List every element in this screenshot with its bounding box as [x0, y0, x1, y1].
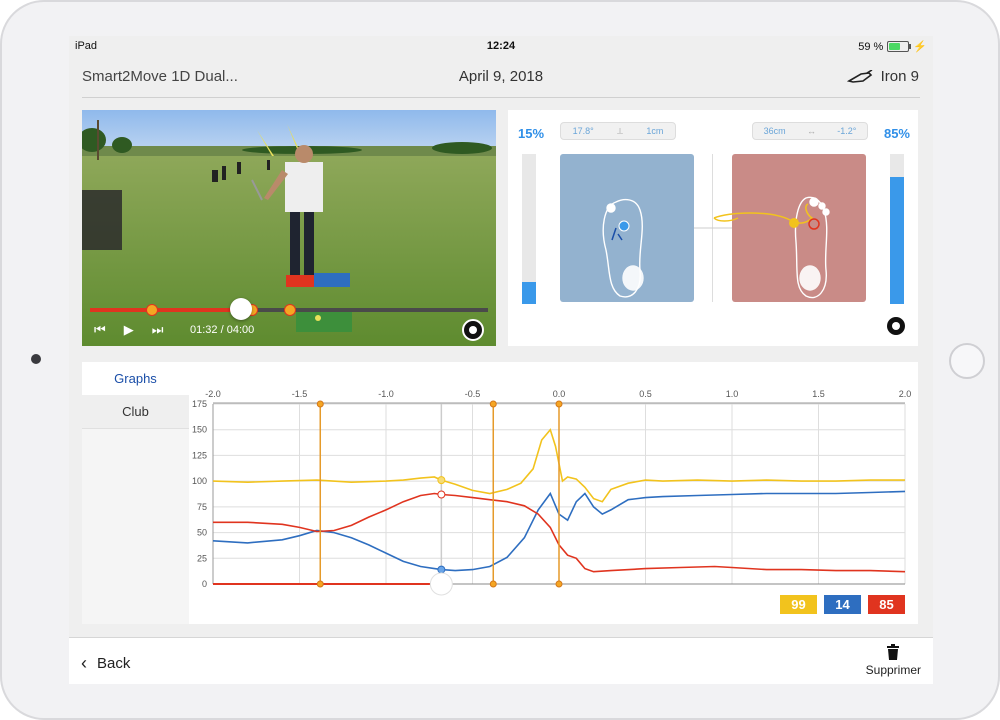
delete-button[interactable]: Supprimer [866, 644, 921, 677]
cursor-point [437, 490, 446, 499]
swing-video[interactable]: ⏮ ▶ ⏭ 01:32 / 04:00 [82, 110, 496, 346]
legend-yellow: 99 [780, 595, 817, 614]
y-tick-label: 50 [197, 528, 207, 538]
front-camera [31, 354, 41, 364]
x-tick-label: -0.5 [465, 389, 481, 399]
status-bar: iPad 12:24 59 % ⚡ [69, 36, 933, 56]
session-date: April 9, 2018 [458, 68, 544, 85]
y-tick-label: 25 [197, 553, 207, 563]
video-settings-icon[interactable] [462, 319, 484, 341]
x-tick-label: -2.0 [205, 389, 221, 399]
play-icon[interactable]: ▶ [124, 322, 134, 338]
balance-chart[interactable]: 0 25 50 75 100 125 150 175-2.0 -1.5 -1.0 -0.5 0.0 0.… [189, 362, 918, 624]
y-tick-label: 75 [197, 502, 207, 512]
tab-graphs[interactable]: Graphs [82, 362, 189, 395]
top-bar: Smart2Move 1D Dual... April 9, 2018 Iron… [69, 56, 933, 98]
event-marker-bottom [316, 580, 324, 588]
battery-icon [887, 41, 912, 52]
marker-dot[interactable] [284, 304, 296, 316]
cursor-point [437, 565, 446, 574]
video-time: 01:32 / 04:00 [190, 324, 254, 336]
screen: iPad 12:24 59 % ⚡ Smart2Move 1D Dual... … [69, 36, 933, 684]
balance-panel: 15% 85% 17.8° ⟂ 1cm 36cm ↔ -1.2° [508, 110, 918, 346]
bottom-bar: ‹ Back Supprimer [69, 637, 933, 684]
tab-club[interactable]: Club [82, 395, 189, 429]
y-tick-label: 175 [192, 399, 207, 409]
golf-club-icon [846, 69, 873, 83]
video-progress [90, 308, 242, 312]
right-foot-outline [794, 196, 830, 299]
playback-controls: ⏮ ▶ ⏭ [94, 322, 163, 338]
legend-red: 85 [868, 595, 905, 614]
marker-dot[interactable] [146, 304, 158, 316]
chevron-left-icon: ‹ [81, 653, 87, 673]
event-marker-top [489, 400, 497, 408]
event-marker-bottom [555, 580, 563, 588]
x-tick-label: -1.5 [292, 389, 308, 399]
y-tick-label: 125 [192, 450, 207, 460]
skip-back-icon[interactable]: ⏮ [94, 322, 106, 338]
skip-forward-icon[interactable]: ⏭ [152, 322, 164, 338]
trash-icon [887, 644, 900, 660]
delete-label: Supprimer [865, 663, 921, 677]
header-divider [82, 97, 920, 98]
charging-icon: ⚡ [913, 41, 927, 53]
back-button[interactable]: ‹ Back [81, 653, 130, 674]
x-tick-label: 1.0 [726, 389, 739, 399]
y-tick-label: 100 [192, 476, 207, 486]
cursor-point [437, 476, 446, 485]
back-label: Back [97, 655, 131, 672]
battery-indicator: 59 % ⚡ [858, 40, 927, 54]
x-tick-label: -1.0 [378, 389, 394, 399]
current-time: 01:32 [190, 324, 218, 336]
legend-blue: 14 [824, 595, 861, 614]
chart-cursor-handle[interactable] [429, 572, 453, 596]
x-tick-label: 2.0 [899, 389, 912, 399]
event-marker-top [555, 400, 563, 408]
graph-panel: Graphs Club 0 25 50 75 100 125 150 175 -2.0 -1.5 -… [82, 362, 918, 624]
x-tick-label: 1.5 [812, 389, 825, 399]
balance-settings-icon[interactable] [887, 317, 905, 335]
duration: / 04:00 [220, 324, 255, 336]
y-tick-label: 150 [192, 425, 207, 435]
x-tick-label: 0.5 [639, 389, 652, 399]
club-name: Iron 9 [880, 68, 919, 85]
club-selector[interactable]: Iron 9 [846, 68, 919, 85]
x-tick-label: 0.0 [553, 389, 566, 399]
status-time: 12:24 [486, 40, 516, 52]
left-foot-outline [602, 198, 644, 298]
tab-column: Graphs Club [82, 362, 189, 624]
event-marker-bottom [489, 580, 497, 588]
home-button[interactable] [949, 343, 985, 379]
battery-percent: 59 % [858, 40, 884, 53]
y-tick-label: 0 [202, 579, 207, 589]
event-marker-top [316, 400, 324, 408]
foot-trace [602, 196, 830, 299]
